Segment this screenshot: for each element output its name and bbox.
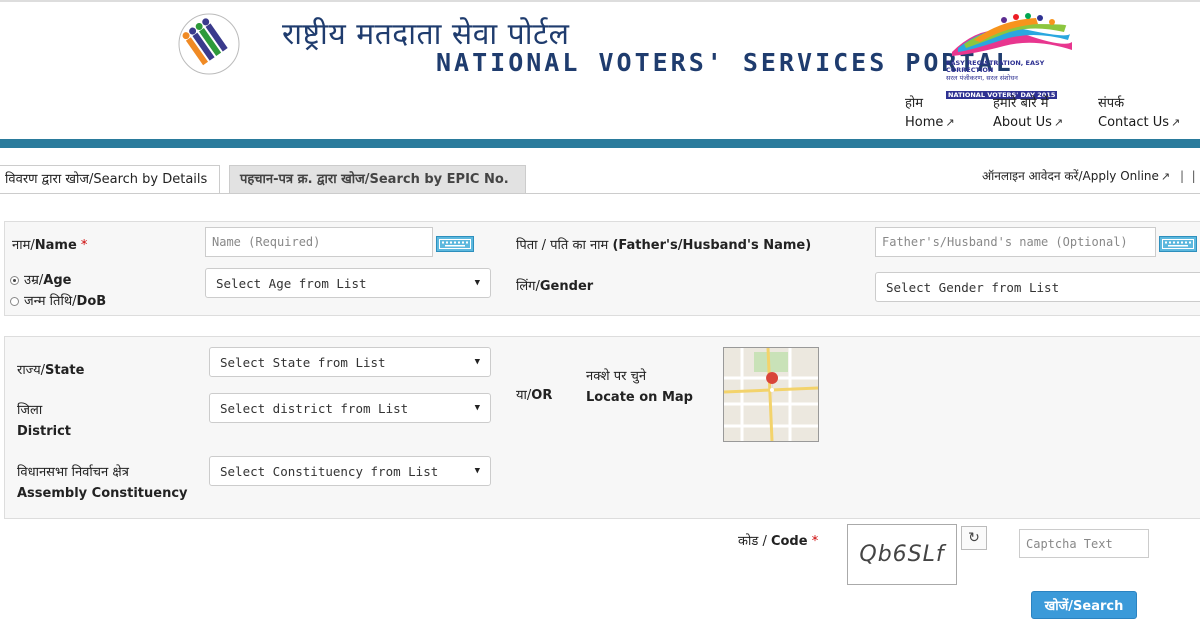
father-label-hi: पिता / पति का नाम — [516, 238, 613, 253]
name-input[interactable]: Name (Required) — [205, 227, 433, 257]
virtual-keyboard-icon[interactable] — [436, 236, 474, 252]
hindi-title: राष्ट्रीय मतदाता सेवा पोर्टल — [282, 17, 570, 52]
apply-online-label: ऑनलाइन आवेदन करें/Apply Online — [982, 169, 1159, 183]
constituency-label-en: Assembly Constituency — [17, 486, 188, 501]
header-divider-bar — [0, 139, 1200, 148]
code-label: कोड / Code * — [738, 531, 818, 549]
or-label-en: OR — [531, 388, 553, 403]
captcha-input[interactable]: Captcha Text — [1019, 529, 1149, 558]
badge-line2: सरल पंजीकरण, सरल संशोधन — [946, 74, 1018, 82]
father-name-input[interactable]: Father's/Husband's name (Optional) — [875, 227, 1156, 257]
nav-contact-label: Contact Us — [1098, 115, 1169, 130]
age-select-value: Select Age from List — [216, 275, 367, 291]
required-marker: * — [80, 238, 88, 253]
nav-home-hindi: होम — [905, 96, 924, 111]
state-select-value: Select State from List — [220, 354, 386, 370]
nav-contact-hindi: संपर्क — [1098, 96, 1125, 111]
nav-home-label: Home — [905, 115, 944, 130]
state-label-hi: राज्य/ — [17, 363, 46, 378]
search-button[interactable]: खोजें/Search — [1031, 591, 1137, 619]
age-label-en: Age — [43, 273, 72, 288]
tab-search-by-epic[interactable]: पहचान-पत्र क्र. द्वारा खोज/Search by EPI… — [229, 165, 526, 193]
dob-label-hi: जन्म तिथि/ — [24, 294, 77, 309]
code-label-en: Code — [770, 534, 808, 549]
nav-home[interactable]: होम Home ↗ — [905, 94, 955, 132]
district-select-value: Select district from List — [220, 400, 409, 416]
constituency-label: विधानसभा निर्वाचन क्षेत्र Assembly Const… — [17, 462, 188, 504]
age-select[interactable]: Select Age from List ▼ — [205, 268, 491, 298]
name-label-hi: नाम/ — [12, 238, 35, 253]
nav-about-hindi: हमारे बारे में — [993, 96, 1049, 111]
district-label-hi: जिला — [17, 403, 43, 418]
gender-label: लिंग/Gender — [516, 276, 593, 294]
nav-about-label: About Us — [993, 115, 1052, 130]
radio-unselected-icon — [10, 297, 19, 306]
tab-underline — [0, 193, 1200, 194]
gender-label-hi: लिंग/ — [516, 279, 540, 294]
captcha-refresh-button[interactable]: ↻ — [961, 526, 987, 550]
constituency-select[interactable]: Select Constituency from List ▼ — [209, 456, 491, 486]
constituency-select-value: Select Constituency from List — [220, 463, 439, 479]
state-label-en: State — [45, 363, 85, 378]
code-label-hi: कोड / — [738, 534, 771, 549]
district-select[interactable]: Select district from List ▼ — [209, 393, 491, 423]
refresh-icon: ↻ — [968, 530, 980, 546]
father-label-en: (Father's/Husband's Name) — [612, 238, 812, 253]
dob-radio[interactable]: जन्म तिथि/DoB — [10, 291, 106, 309]
constituency-label-hi: विधानसभा निर्वाचन क्षेत्र — [17, 465, 129, 480]
age-radio[interactable]: उम्र/Age — [10, 270, 71, 288]
voters-day-figures-icon — [952, 13, 1072, 56]
gender-select[interactable]: Select Gender from List — [875, 272, 1200, 302]
name-label: नाम/Name * — [12, 235, 87, 253]
or-label: या/OR — [516, 385, 552, 403]
external-link-icon: ↗ — [1160, 170, 1171, 183]
locate-map-label: नक्शे पर चुने Locate on Map — [586, 366, 693, 408]
dropdown-caret-icon: ▼ — [474, 357, 480, 367]
or-label-hi: या/ — [516, 388, 532, 403]
header-top-border — [0, 0, 1200, 2]
external-link-icon: ↗ — [945, 116, 955, 129]
external-link-icon: ↗ — [1171, 116, 1181, 129]
english-title: NATIONAL VOTERS' SERVICES PORTAL — [436, 48, 1014, 77]
nav-about[interactable]: हमारे बारे में About Us ↗ — [993, 94, 1063, 132]
district-label: जिला District — [17, 400, 71, 442]
map-thumbnail[interactable] — [723, 347, 819, 442]
district-label-en: District — [17, 424, 71, 439]
state-label: राज्य/State — [17, 360, 84, 378]
eci-logo — [166, 10, 252, 80]
tab-search-by-details[interactable]: विवरण द्वारा खोज/Search by Details — [0, 165, 220, 193]
badge-line1: EASY REGISTRATION, EASY CORRECTION — [946, 59, 1045, 74]
map-label-en: Locate on Map — [586, 390, 693, 405]
external-link-icon: ↗ — [1053, 116, 1064, 129]
gender-select-value: Select Gender from List — [886, 279, 1060, 295]
captcha-image: Qb6SLf — [847, 524, 957, 585]
virtual-keyboard-icon[interactable] — [1159, 236, 1197, 252]
dropdown-caret-icon: ▼ — [474, 403, 480, 413]
age-label-hi: उम्र/ — [24, 273, 44, 288]
name-label-en: Name — [34, 238, 77, 253]
separator: | | — [1179, 169, 1196, 183]
nav-contact[interactable]: संपर्क Contact Us ↗ — [1098, 94, 1180, 132]
gender-label-en: Gender — [539, 279, 594, 294]
dropdown-caret-icon: ▼ — [474, 278, 480, 288]
required-marker: * — [811, 534, 819, 549]
dob-label-en: DoB — [76, 294, 107, 309]
father-name-label: पिता / पति का नाम (Father's/Husband's Na… — [516, 235, 811, 253]
map-label-hi: नक्शे पर चुने — [586, 369, 647, 384]
dropdown-caret-icon: ▼ — [474, 466, 480, 476]
radio-selected-icon — [10, 276, 19, 285]
map-icon — [724, 348, 818, 441]
apply-online-link[interactable]: ऑनलाइन आवेदन करें/Apply Online ↗ | | — [982, 167, 1196, 184]
state-select[interactable]: Select State from List ▼ — [209, 347, 491, 377]
voters-day-badge: EASY REGISTRATION, EASY CORRECTION सरल प… — [944, 12, 1076, 99]
